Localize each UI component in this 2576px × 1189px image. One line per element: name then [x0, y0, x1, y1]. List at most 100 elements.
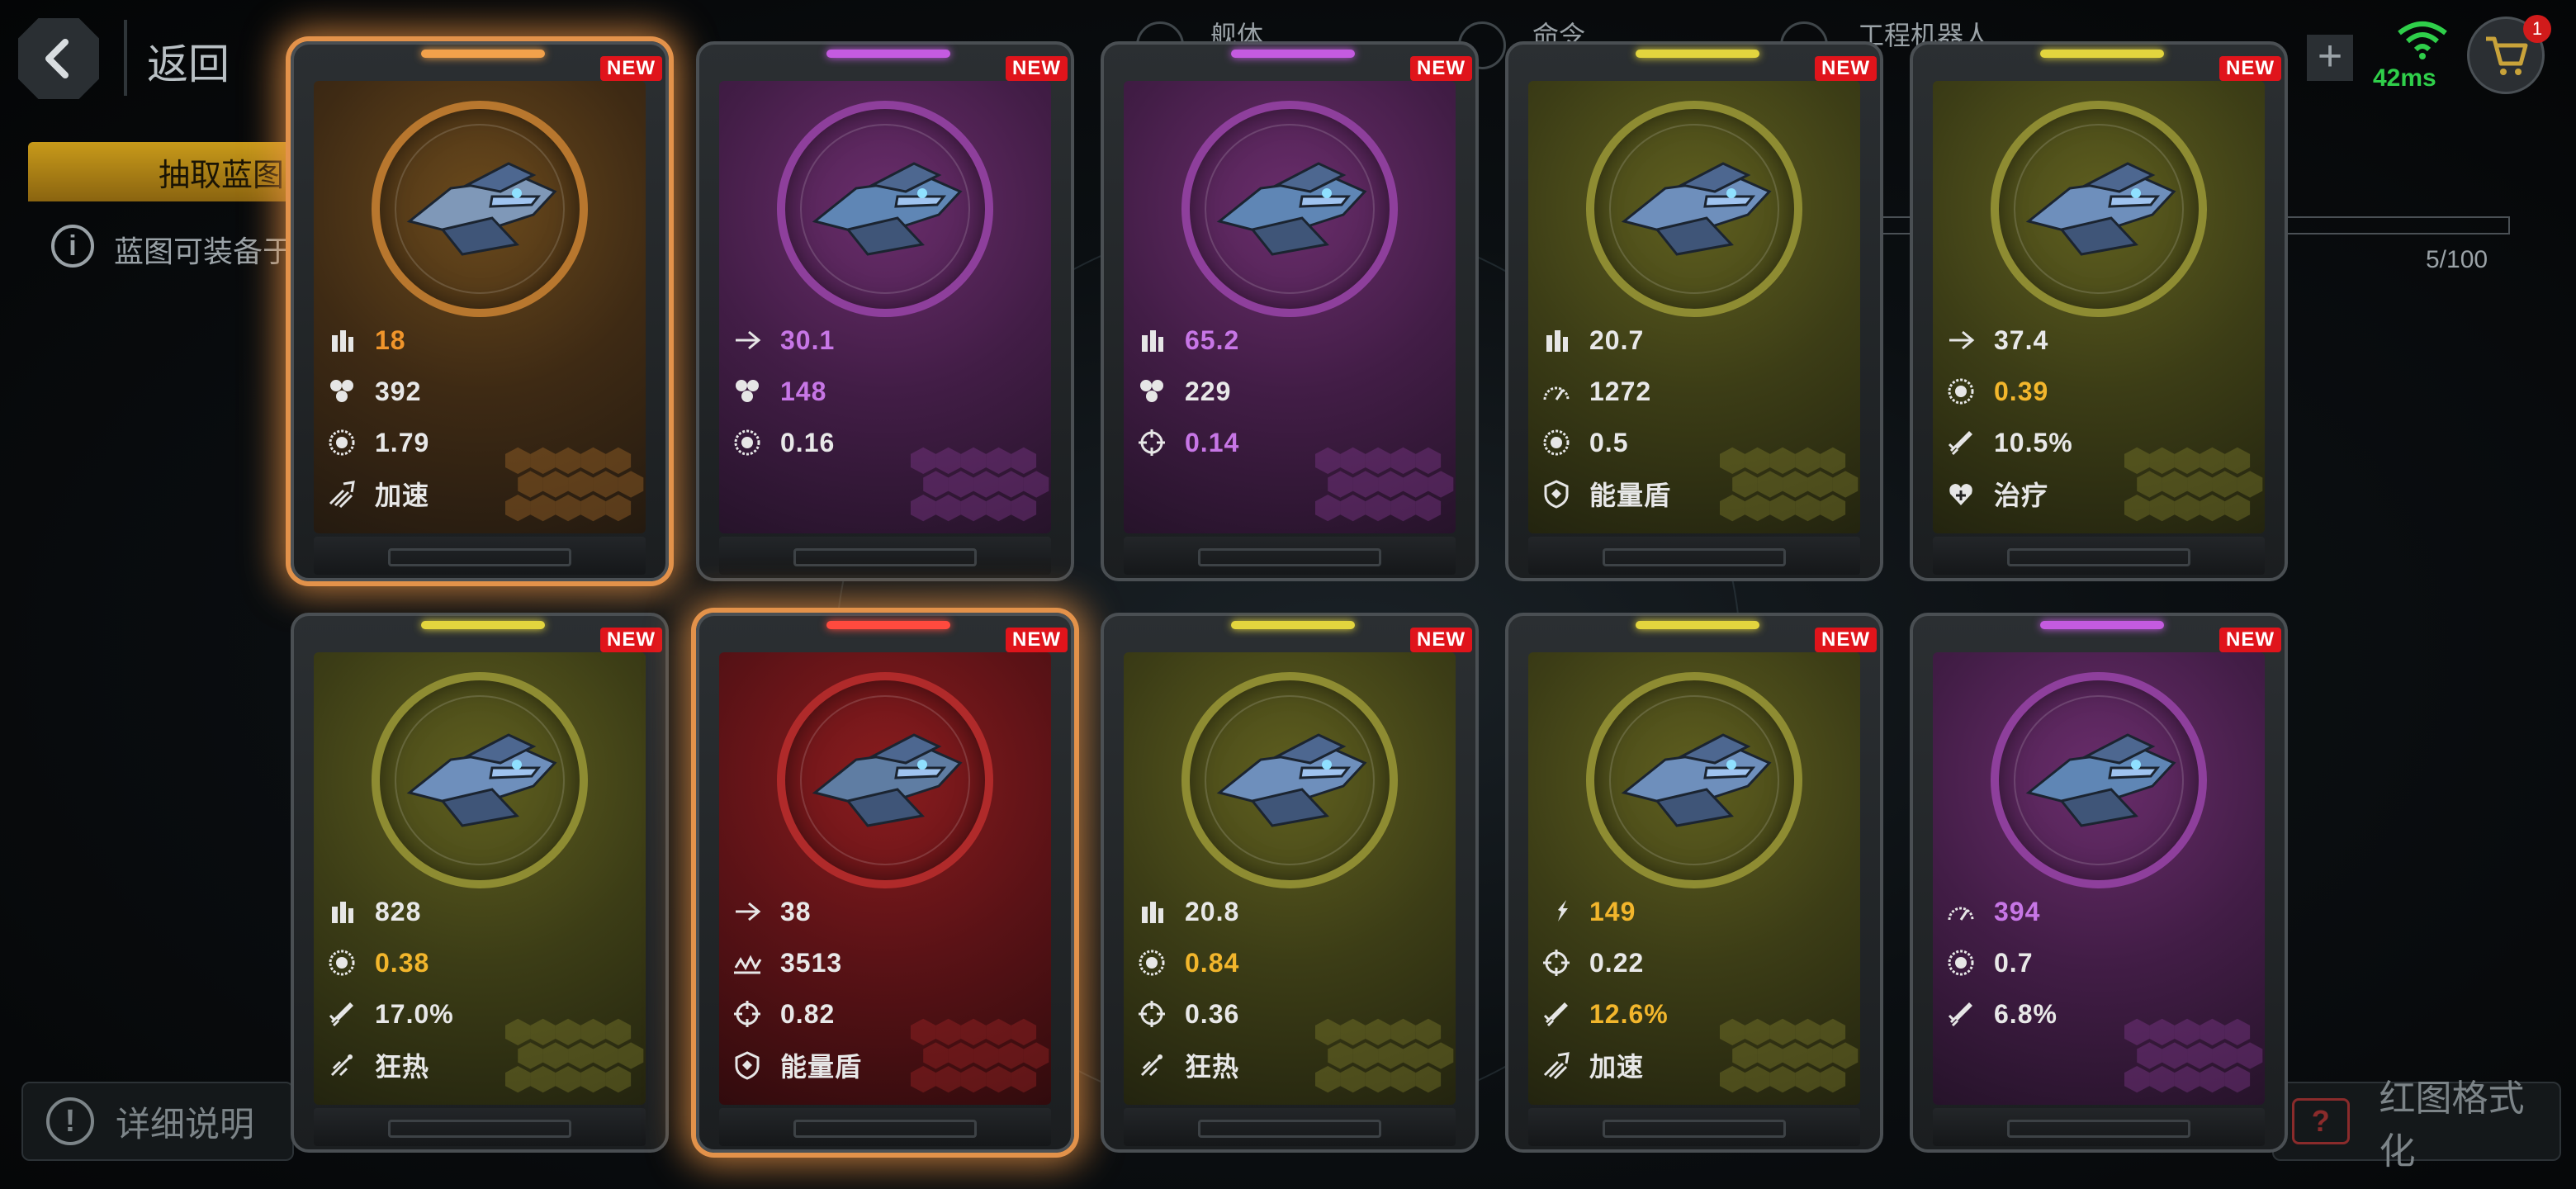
arrow-icon — [732, 897, 762, 926]
new-badge: NEW — [2219, 56, 2281, 81]
blueprint-card[interactable]: NEW 149 0.22 12.6% 加速 — [1505, 613, 1883, 1153]
ship-icon — [1203, 710, 1376, 850]
new-badge: NEW — [1815, 628, 1877, 652]
ship-icon — [1608, 139, 1781, 279]
stat-value: 20.8 — [1185, 896, 1240, 926]
chevron-left-icon — [45, 39, 69, 78]
stat-row: 0.22 — [1541, 946, 1644, 979]
stat-row: 828 — [327, 895, 421, 928]
rarity-bar — [1636, 50, 1759, 58]
card-footer — [1124, 1108, 1456, 1146]
stat-value: 狂热 — [375, 1052, 430, 1082]
target-ring-icon — [1946, 948, 1976, 978]
stat-value: 治疗 — [1994, 481, 2049, 510]
stat-row: 狂热 — [1137, 1049, 1239, 1082]
stat-value: 0.5 — [1589, 427, 1629, 457]
blueprint-card[interactable]: NEW 20.7 1272 0.5 能量盾 — [1505, 41, 1883, 581]
stat-row: 狂热 — [327, 1049, 429, 1082]
stat-row: 0.36 — [1137, 997, 1239, 1030]
missile-icon — [1541, 999, 1571, 1029]
stat-value: 30.1 — [780, 324, 836, 355]
stat-value: 1.79 — [375, 427, 430, 457]
stat-row: 0.7 — [1946, 946, 2033, 979]
stat-row: 149 — [1541, 895, 1636, 928]
stat-value: 0.38 — [375, 947, 430, 978]
blueprint-card[interactable]: NEW 38 3513 0.82 能量盾 — [696, 613, 1074, 1153]
stat-value: 加速 — [375, 481, 430, 510]
card-footer — [314, 1108, 646, 1146]
hex-pattern — [1720, 443, 1860, 533]
stat-value: 394 — [1994, 896, 2041, 926]
back-label[interactable]: 返回 — [147, 31, 230, 91]
stat-row: 治疗 — [1946, 477, 2048, 510]
blueprint-card[interactable]: NEW 828 0.38 17.0% 狂热 — [291, 613, 669, 1153]
rarity-bar — [1231, 50, 1355, 58]
stat-value: 加速 — [1589, 1052, 1645, 1082]
stat-value: 3513 — [780, 947, 843, 978]
ship-icon — [1203, 139, 1376, 279]
gauge-icon — [1946, 897, 1976, 926]
stat-row: 0.82 — [732, 997, 835, 1030]
blueprint-card[interactable]: NEW 394 0.7 6.8% — [1910, 613, 2288, 1153]
stat-row: 17.0% — [327, 997, 454, 1030]
stat-row: 0.38 — [327, 946, 429, 979]
detail-label: 详细说明 — [116, 1104, 255, 1144]
stat-value: 0.22 — [1589, 947, 1645, 978]
draw-blueprint-tab[interactable]: 抽取蓝图 — [28, 142, 301, 201]
stat-row: 38 — [732, 895, 812, 928]
new-badge: NEW — [1410, 628, 1472, 652]
card-face: 18 392 1.79 加速 — [314, 81, 646, 533]
stat-value: 0.84 — [1185, 947, 1240, 978]
missile-icon — [1946, 428, 1976, 457]
blueprint-card[interactable]: NEW 18 392 1.79 加速 — [291, 41, 669, 581]
notification-badge: 1 — [2523, 15, 2551, 43]
wifi-icon — [2398, 21, 2447, 59]
ship-icon — [798, 139, 972, 279]
card-footer — [1528, 1108, 1860, 1146]
stat-row: 394 — [1946, 895, 2040, 928]
arrow-icon — [1946, 325, 1976, 355]
blueprint-card[interactable]: NEW 30.1 148 0.16 — [696, 41, 1074, 581]
ship-icon — [1608, 710, 1781, 850]
stat-value: 20.7 — [1589, 324, 1645, 355]
stat-value: 12.6% — [1589, 998, 1669, 1029]
shield-icon — [1541, 479, 1571, 509]
stat-row: 0.14 — [1137, 426, 1239, 459]
hex-pattern — [2124, 1014, 2265, 1105]
blueprint-card[interactable]: NEW 65.2 229 0.14 — [1101, 41, 1479, 581]
card-footer — [1528, 537, 1860, 575]
hex-pattern — [1315, 443, 1456, 533]
hex-pattern — [505, 1014, 646, 1105]
info-text: 蓝图可装备于 — [114, 234, 293, 268]
stat-row: 能量盾 — [732, 1049, 862, 1082]
cart-icon — [2486, 36, 2528, 75]
rarity-bar — [2040, 50, 2164, 58]
rarity-bar — [826, 50, 950, 58]
stat-row: 37.4 — [1946, 324, 2048, 357]
add-button[interactable]: + — [2307, 35, 2353, 81]
blueprint-card[interactable]: NEW 20.8 0.84 0.36 狂热 — [1101, 613, 1479, 1153]
ammo-icon — [1541, 325, 1571, 355]
stat-row: 392 — [327, 375, 421, 408]
target-ring-icon — [1541, 428, 1571, 457]
card-face: 37.4 0.39 10.5% 治疗 — [1933, 81, 2265, 533]
stat-row: 18 — [327, 324, 406, 357]
stat-row: 加速 — [1541, 1049, 1644, 1082]
blueprint-card[interactable]: NEW 37.4 0.39 10.5% 治疗 — [1910, 41, 2288, 581]
stat-value: 狂热 — [1185, 1052, 1240, 1082]
detail-button[interactable]: ! 详细说明 — [21, 1082, 294, 1161]
card-footer — [719, 1108, 1051, 1146]
stat-value: 6.8% — [1994, 998, 2057, 1029]
format-button[interactable]: ? 红图格式化 — [2272, 1078, 2561, 1172]
ship-icon — [2012, 710, 2185, 850]
card-footer — [314, 537, 646, 575]
target-ring-icon — [732, 428, 762, 457]
ammo-icon — [1137, 325, 1167, 355]
crosshair-icon — [732, 999, 762, 1029]
stat-row: 加速 — [327, 477, 429, 510]
new-badge: NEW — [600, 628, 662, 652]
back-button[interactable] — [18, 18, 99, 99]
stat-value: 能量盾 — [780, 1052, 863, 1082]
card-face: 38 3513 0.82 能量盾 — [719, 652, 1051, 1105]
card-face: 30.1 148 0.16 — [719, 81, 1051, 533]
